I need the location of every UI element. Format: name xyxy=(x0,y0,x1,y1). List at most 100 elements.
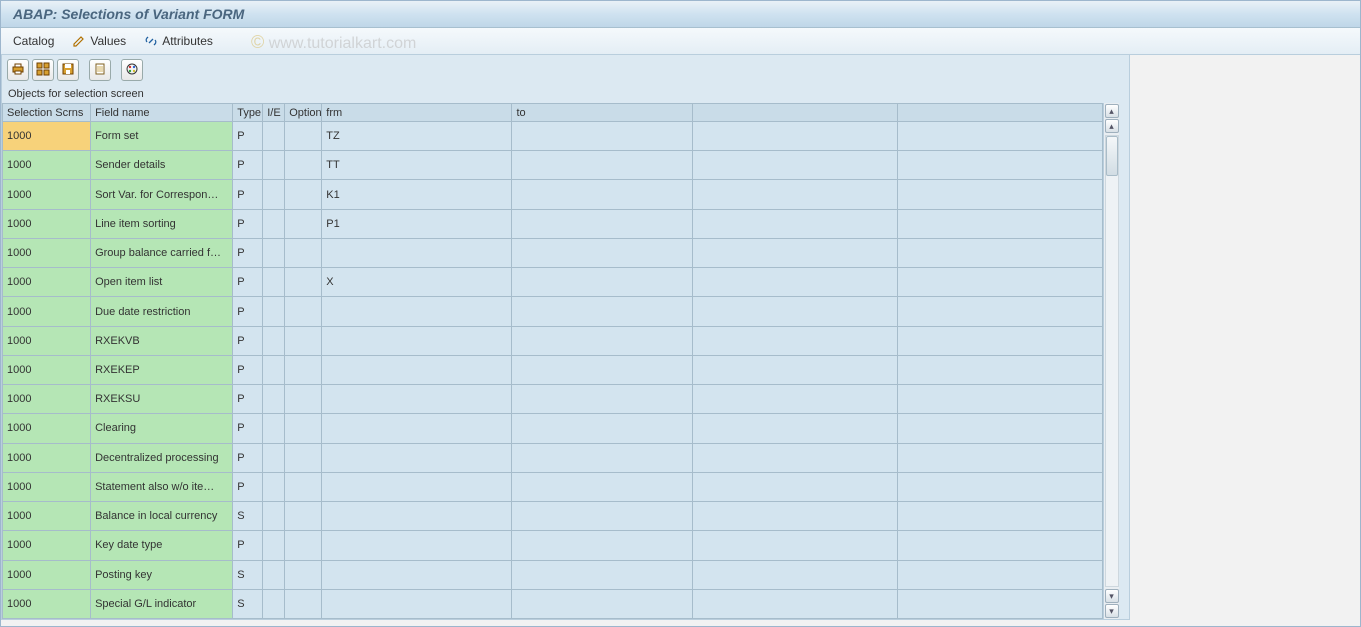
cell-frm[interactable] xyxy=(322,443,512,472)
cell-to[interactable] xyxy=(512,238,692,267)
cell-to[interactable] xyxy=(512,589,692,618)
cell-blank[interactable] xyxy=(897,268,1102,297)
cell-scrn[interactable]: 1000 xyxy=(3,297,91,326)
cell-blank[interactable] xyxy=(897,502,1102,531)
cell-frm[interactable] xyxy=(322,385,512,414)
cell-blank[interactable] xyxy=(897,238,1102,267)
table-row[interactable]: 1000Due date restrictionP xyxy=(3,297,1103,326)
cell-type[interactable]: S xyxy=(233,502,263,531)
cell-blank[interactable] xyxy=(692,180,897,209)
cell-ie[interactable] xyxy=(263,443,285,472)
cell-blank[interactable] xyxy=(692,268,897,297)
cell-option[interactable] xyxy=(285,355,322,384)
cell-ie[interactable] xyxy=(263,209,285,238)
cell-type[interactable]: P xyxy=(233,268,263,297)
cell-option[interactable] xyxy=(285,326,322,355)
cell-field[interactable]: Clearing xyxy=(91,414,233,443)
cell-scrn[interactable]: 1000 xyxy=(3,589,91,618)
cell-frm[interactable] xyxy=(322,238,512,267)
cell-blank[interactable] xyxy=(897,355,1102,384)
cell-field[interactable]: Form set xyxy=(91,122,233,151)
cell-option[interactable] xyxy=(285,589,322,618)
cell-type[interactable]: P xyxy=(233,209,263,238)
cell-type[interactable]: P xyxy=(233,414,263,443)
cell-option[interactable] xyxy=(285,385,322,414)
table-row[interactable]: 1000RXEKVBP xyxy=(3,326,1103,355)
cell-blank[interactable] xyxy=(897,209,1102,238)
cell-scrn[interactable]: 1000 xyxy=(3,560,91,589)
cell-option[interactable] xyxy=(285,297,322,326)
save-button[interactable] xyxy=(57,59,79,81)
cell-blank[interactable] xyxy=(692,297,897,326)
cell-scrn[interactable]: 1000 xyxy=(3,238,91,267)
col-to[interactable]: to xyxy=(512,104,692,122)
cell-ie[interactable] xyxy=(263,560,285,589)
cell-blank[interactable] xyxy=(897,472,1102,501)
cell-blank[interactable] xyxy=(897,151,1102,180)
cell-to[interactable] xyxy=(512,297,692,326)
cell-blank[interactable] xyxy=(897,560,1102,589)
cell-field[interactable]: Due date restriction xyxy=(91,297,233,326)
cell-field[interactable]: Sort Var. for Correspon… xyxy=(91,180,233,209)
cell-field[interactable]: Group balance carried f… xyxy=(91,238,233,267)
cell-ie[interactable] xyxy=(263,414,285,443)
cell-type[interactable]: P xyxy=(233,326,263,355)
cell-blank[interactable] xyxy=(897,297,1102,326)
cell-field[interactable]: Sender details xyxy=(91,151,233,180)
cell-type[interactable]: P xyxy=(233,385,263,414)
cell-scrn[interactable]: 1000 xyxy=(3,472,91,501)
cell-type[interactable]: P xyxy=(233,531,263,560)
table-row[interactable]: 1000Open item listP X xyxy=(3,268,1103,297)
cell-ie[interactable] xyxy=(263,151,285,180)
cell-to[interactable] xyxy=(512,268,692,297)
cell-option[interactable] xyxy=(285,238,322,267)
cell-blank[interactable] xyxy=(692,443,897,472)
cell-scrn[interactable]: 1000 xyxy=(3,180,91,209)
cell-frm[interactable] xyxy=(322,589,512,618)
cell-frm[interactable]: P1 xyxy=(322,209,512,238)
cell-ie[interactable] xyxy=(263,385,285,414)
cell-frm[interactable]: X xyxy=(322,268,512,297)
col-scrn[interactable]: Selection Scrns xyxy=(3,104,91,122)
table-row[interactable]: 1000Sort Var. for Correspon…PK1 xyxy=(3,180,1103,209)
cell-blank[interactable] xyxy=(692,209,897,238)
cell-to[interactable] xyxy=(512,472,692,501)
cell-to[interactable] xyxy=(512,443,692,472)
cell-scrn[interactable]: 1000 xyxy=(3,326,91,355)
cell-field[interactable]: Open item list xyxy=(91,268,233,297)
cell-option[interactable] xyxy=(285,560,322,589)
col-blank2[interactable] xyxy=(897,104,1102,122)
cell-blank[interactable] xyxy=(692,326,897,355)
table-row[interactable]: 1000Key date typeP xyxy=(3,531,1103,560)
cell-to[interactable] xyxy=(512,326,692,355)
cell-option[interactable] xyxy=(285,151,322,180)
cell-scrn[interactable]: 1000 xyxy=(3,151,91,180)
cell-blank[interactable] xyxy=(897,180,1102,209)
cell-blank[interactable] xyxy=(692,472,897,501)
cell-ie[interactable] xyxy=(263,268,285,297)
table-row[interactable]: 1000Line item sortingPP1 xyxy=(3,209,1103,238)
cell-blank[interactable] xyxy=(897,326,1102,355)
scroll-page-down-button[interactable]: ▾ xyxy=(1105,589,1119,603)
cell-frm[interactable] xyxy=(322,355,512,384)
cell-blank[interactable] xyxy=(692,385,897,414)
cell-option[interactable] xyxy=(285,443,322,472)
cell-scrn[interactable]: 1000 xyxy=(3,268,91,297)
cell-ie[interactable] xyxy=(263,531,285,560)
cell-to[interactable] xyxy=(512,355,692,384)
cell-scrn[interactable]: 1000 xyxy=(3,355,91,384)
cell-frm[interactable]: K1 xyxy=(322,180,512,209)
cell-ie[interactable] xyxy=(263,355,285,384)
cell-type[interactable]: P xyxy=(233,122,263,151)
cell-scrn[interactable]: 1000 xyxy=(3,385,91,414)
table-row[interactable]: 1000Special G/L indicatorS xyxy=(3,589,1103,618)
col-field[interactable]: Field name xyxy=(91,104,233,122)
col-type[interactable]: Type xyxy=(233,104,263,122)
cell-field[interactable]: Statement also w/o ite… xyxy=(91,472,233,501)
cell-frm[interactable] xyxy=(322,414,512,443)
scroll-up-button[interactable]: ▴ xyxy=(1105,104,1119,118)
cell-ie[interactable] xyxy=(263,238,285,267)
cell-blank[interactable] xyxy=(692,151,897,180)
cell-ie[interactable] xyxy=(263,180,285,209)
cell-blank[interactable] xyxy=(692,355,897,384)
